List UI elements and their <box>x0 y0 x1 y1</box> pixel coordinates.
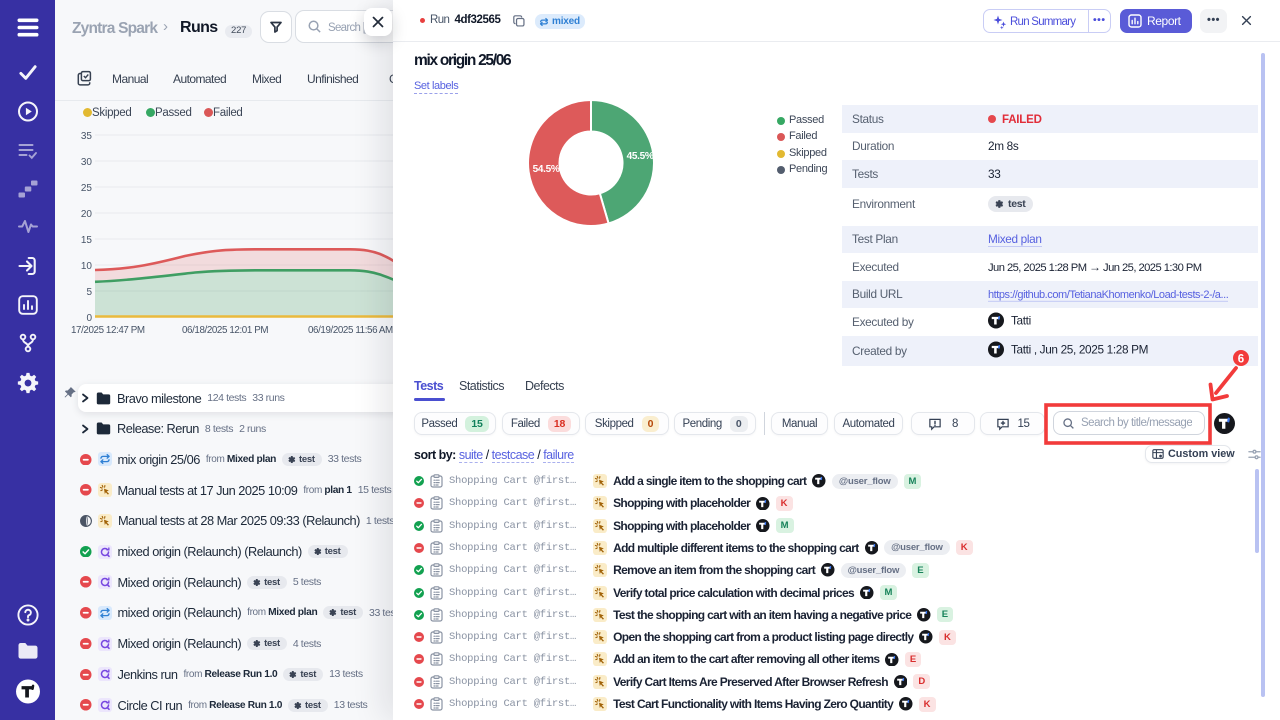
svg-text:6: 6 <box>1238 354 1244 366</box>
